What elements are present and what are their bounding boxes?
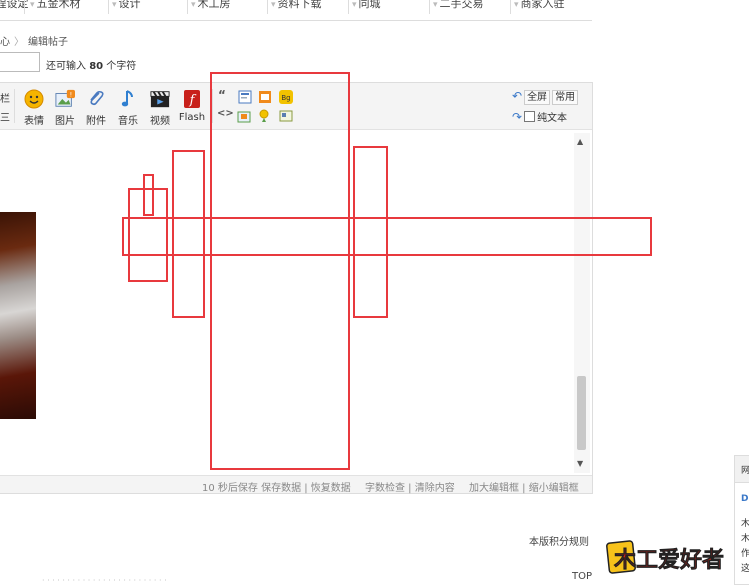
- plain-text-checkbox[interactable]: [524, 111, 536, 122]
- editor-content[interactable]: [0, 130, 592, 475]
- password-icon[interactable]: [237, 109, 251, 123]
- toolbar-cut-top[interactable]: 栏: [0, 90, 10, 105]
- editor-scrollbar[interactable]: ▲ ▼: [574, 133, 590, 473]
- editor-right-tools: ↶ 全屏 常用 ↷ 纯文本: [512, 87, 588, 125]
- resize-links[interactable]: 加大编辑框 | 缩小编辑框: [469, 479, 579, 494]
- common-button[interactable]: 常用: [552, 90, 579, 105]
- emoji-button[interactable]: 表情: [20, 89, 48, 127]
- site-logo[interactable]: 木工爱好者: [606, 538, 732, 578]
- editor-statusbar: 10 秒后保存 保存数据 | 恢复数据 字数检查 | 清除内容 加大编辑框 | …: [0, 475, 592, 494]
- free-block-icon[interactable]: [238, 90, 252, 104]
- side-panel-line: 木: [741, 534, 749, 544]
- background-icon[interactable]: Bg: [279, 90, 293, 104]
- breadcrumb-item[interactable]: 心: [0, 37, 10, 48]
- logo-text: 木工爱好者: [613, 547, 724, 573]
- board-rules-link[interactable]: 本版积分规则: [529, 533, 589, 548]
- image-button[interactable]: ! 图片: [51, 89, 79, 127]
- scroll-down-icon[interactable]: ▼: [577, 459, 583, 468]
- plain-text-label: 纯文本: [537, 113, 568, 124]
- post-editor: 栏 三 表情 ! 图片 附件 音乐 视频 f Flash “ <> Bg ↶ 全…: [0, 82, 593, 494]
- back-to-top-link[interactable]: TOP: [572, 571, 592, 582]
- side-panel-line: 这: [741, 564, 749, 574]
- nav-item-downloads[interactable]: ▾ 资料下载: [271, 0, 322, 11]
- flash-button[interactable]: f Flash: [177, 89, 207, 123]
- scroll-up-icon[interactable]: ▲: [577, 137, 583, 146]
- fullscreen-button[interactable]: 全屏: [524, 90, 551, 105]
- autosave-status[interactable]: 10 秒后保存 保存数据 | 恢复数据: [202, 479, 351, 494]
- side-panel-line: D: [741, 494, 749, 504]
- undo-icon[interactable]: ↶: [512, 89, 522, 103]
- nav-item-design[interactable]: ▾ 设计: [112, 0, 141, 11]
- svg-text:Bg: Bg: [281, 94, 290, 102]
- nav-item-hardware[interactable]: ▾ 五金木材: [30, 0, 81, 11]
- nav-item-secondhand[interactable]: ▾ 二手交易: [433, 0, 484, 11]
- nav-item-workshop[interactable]: ▾ 木工房: [191, 0, 231, 11]
- plain-text-row: ↷ 纯文本: [512, 109, 567, 127]
- char-counter: 还可输入 80 个字符: [46, 61, 137, 72]
- flash-icon: f: [184, 90, 200, 108]
- side-panel-line: 作: [741, 549, 749, 559]
- nav-item-merchants[interactable]: ▾ 商家入驻: [514, 0, 565, 11]
- music-button[interactable]: 音乐: [114, 89, 142, 127]
- video-button[interactable]: 视频: [146, 89, 174, 127]
- toolbar-cut-bottom[interactable]: 三: [0, 109, 10, 124]
- hide-content-icon[interactable]: [258, 90, 272, 104]
- subject-input[interactable]: [0, 52, 40, 72]
- reward-icon[interactable]: [258, 109, 272, 123]
- tag-icon[interactable]: [279, 109, 293, 123]
- image-icon: !: [55, 89, 75, 107]
- nav-item-local[interactable]: ▾ 同城: [352, 0, 381, 11]
- code-icon[interactable]: <>: [217, 108, 234, 119]
- attachment-button[interactable]: 附件: [82, 89, 110, 127]
- quote-icon[interactable]: “: [218, 88, 226, 102]
- side-panel: 网 D 木 木 作 这: [734, 455, 749, 585]
- music-note-icon: [121, 90, 133, 107]
- svg-text:!: !: [70, 92, 73, 99]
- fullscreen-row: ↶ 全屏 常用: [512, 89, 579, 107]
- embedded-image: [0, 212, 36, 419]
- clapperboard-icon: [150, 91, 170, 108]
- scroll-thumb[interactable]: [577, 376, 586, 450]
- redo-icon[interactable]: ↷: [512, 110, 522, 124]
- editor-toolbar: 栏 三 表情 ! 图片 附件 音乐 视频 f Flash “ <> Bg ↶ 全…: [0, 83, 592, 130]
- smiley-icon: [24, 89, 44, 109]
- breadcrumb-current: 编辑帖子: [28, 37, 68, 48]
- paperclip-icon: [90, 90, 104, 106]
- top-nav: ▾流程设定 ▾五金木材 ▾设计 ▾木工房 ▾资料下载 ▾同城 ▾二手交易 ▾商家…: [0, 0, 592, 21]
- side-panel-header: 网: [735, 456, 749, 483]
- side-panel-line: 木: [741, 519, 749, 529]
- breadcrumb: 心〉编辑帖子: [0, 37, 68, 48]
- word-check-links[interactable]: 字数检查 | 清除内容: [365, 479, 455, 494]
